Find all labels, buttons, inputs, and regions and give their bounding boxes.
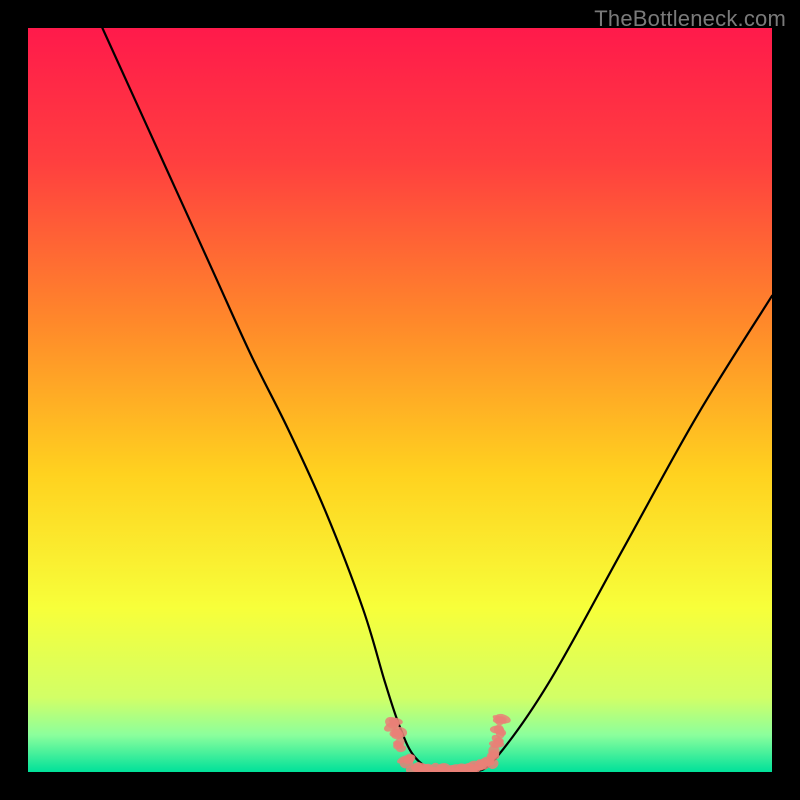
gradient-background: [28, 28, 772, 772]
chart-frame: TheBottleneck.com: [0, 0, 800, 800]
plot-svg: [28, 28, 772, 772]
plot-area: [28, 28, 772, 772]
